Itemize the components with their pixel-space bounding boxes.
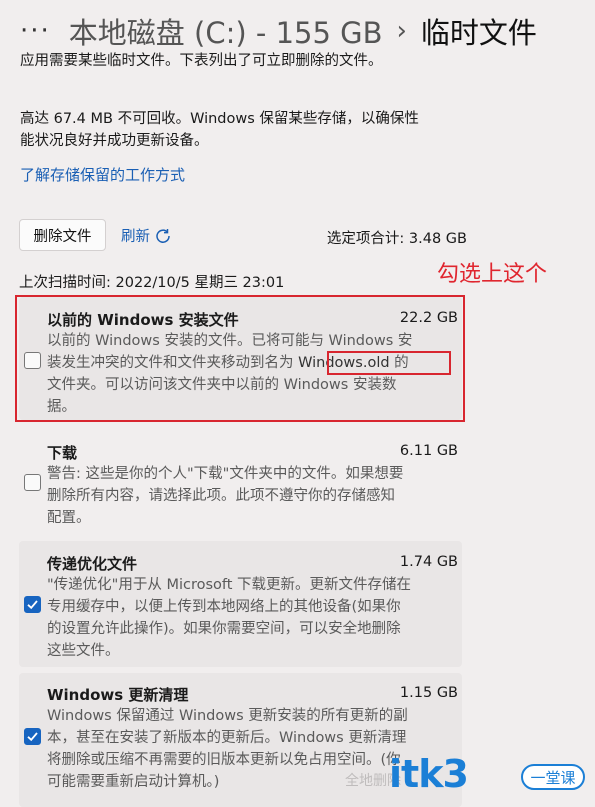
intro-line-1: 应用需要某些临时文件。下表列出了可立即删除的文件。 <box>20 53 383 69</box>
watermark-brand: itk3 <box>389 752 469 796</box>
refresh-icon <box>156 228 170 243</box>
item-description: 警告: 这些是你的个人"下载"文件夹中的文件。如果想要 删除所有内容，请选择此项… <box>47 466 404 526</box>
item-title: 下载 <box>47 444 78 462</box>
delete-files-button[interactable]: 删除文件 <box>19 219 106 251</box>
item-title: Windows 更新清理 <box>47 686 189 704</box>
item-downloads[interactable]: 下载 6.11 GB 警告: 这些是你的个人"下载"文件夹中的文件。如果想要 删… <box>19 430 462 536</box>
watermark-badge: 一堂课 <box>521 764 585 790</box>
checkmark-icon <box>27 732 38 742</box>
item-delivery-optimization[interactable]: 传递优化文件 1.74 GB "传递优化"用于从 Microsoft 下载更新。… <box>19 541 462 667</box>
item-description: "传递优化"用于从 Microsoft 下载更新。更新文件存储在 专用缓存中，以… <box>47 577 412 659</box>
watermark-logo: itk3 一堂课 <box>385 752 595 804</box>
intro-line-2a: 高达 67.4 MB 不可回收。Windows 保留某些存储，以确保性 <box>20 111 419 127</box>
breadcrumb-drive[interactable]: 本地磁盘 (C:) - 155 GB <box>69 10 383 52</box>
refresh-button[interactable]: 刷新 <box>121 225 171 246</box>
checkmark-icon <box>27 600 38 610</box>
checkbox-downloads[interactable] <box>24 474 41 491</box>
refresh-label: 刷新 <box>121 229 150 245</box>
chevron-right-icon: › <box>396 16 407 46</box>
item-size: 1.15 GB <box>399 685 458 701</box>
learn-storage-reserve-link[interactable]: 了解存储保留的工作方式 <box>20 164 185 185</box>
intro-line-2b: 能状况良好并成功更新设备。 <box>20 133 209 149</box>
item-title: 传递优化文件 <box>47 555 138 573</box>
item-size: 6.11 GB <box>399 443 458 459</box>
item-size: 1.74 GB <box>399 554 458 570</box>
annotation-text: 勾选上这个 <box>437 262 548 287</box>
checkbox-windows-update-cleanup[interactable] <box>24 728 41 745</box>
checkbox-delivery-optimization[interactable] <box>24 596 41 613</box>
last-scan-time: 上次扫描时间: 2022/10/5 星期三 23:01 <box>19 275 285 291</box>
selected-total: 选定项合计: 3.48 GB <box>326 231 467 247</box>
highlight-box-windows-old <box>327 351 451 375</box>
breadcrumb: ··· 本地磁盘 (C:) - 155 GB › 临时文件 <box>20 10 537 52</box>
more-icon[interactable]: ··· <box>20 16 51 46</box>
page-title: 临时文件 <box>420 16 537 50</box>
